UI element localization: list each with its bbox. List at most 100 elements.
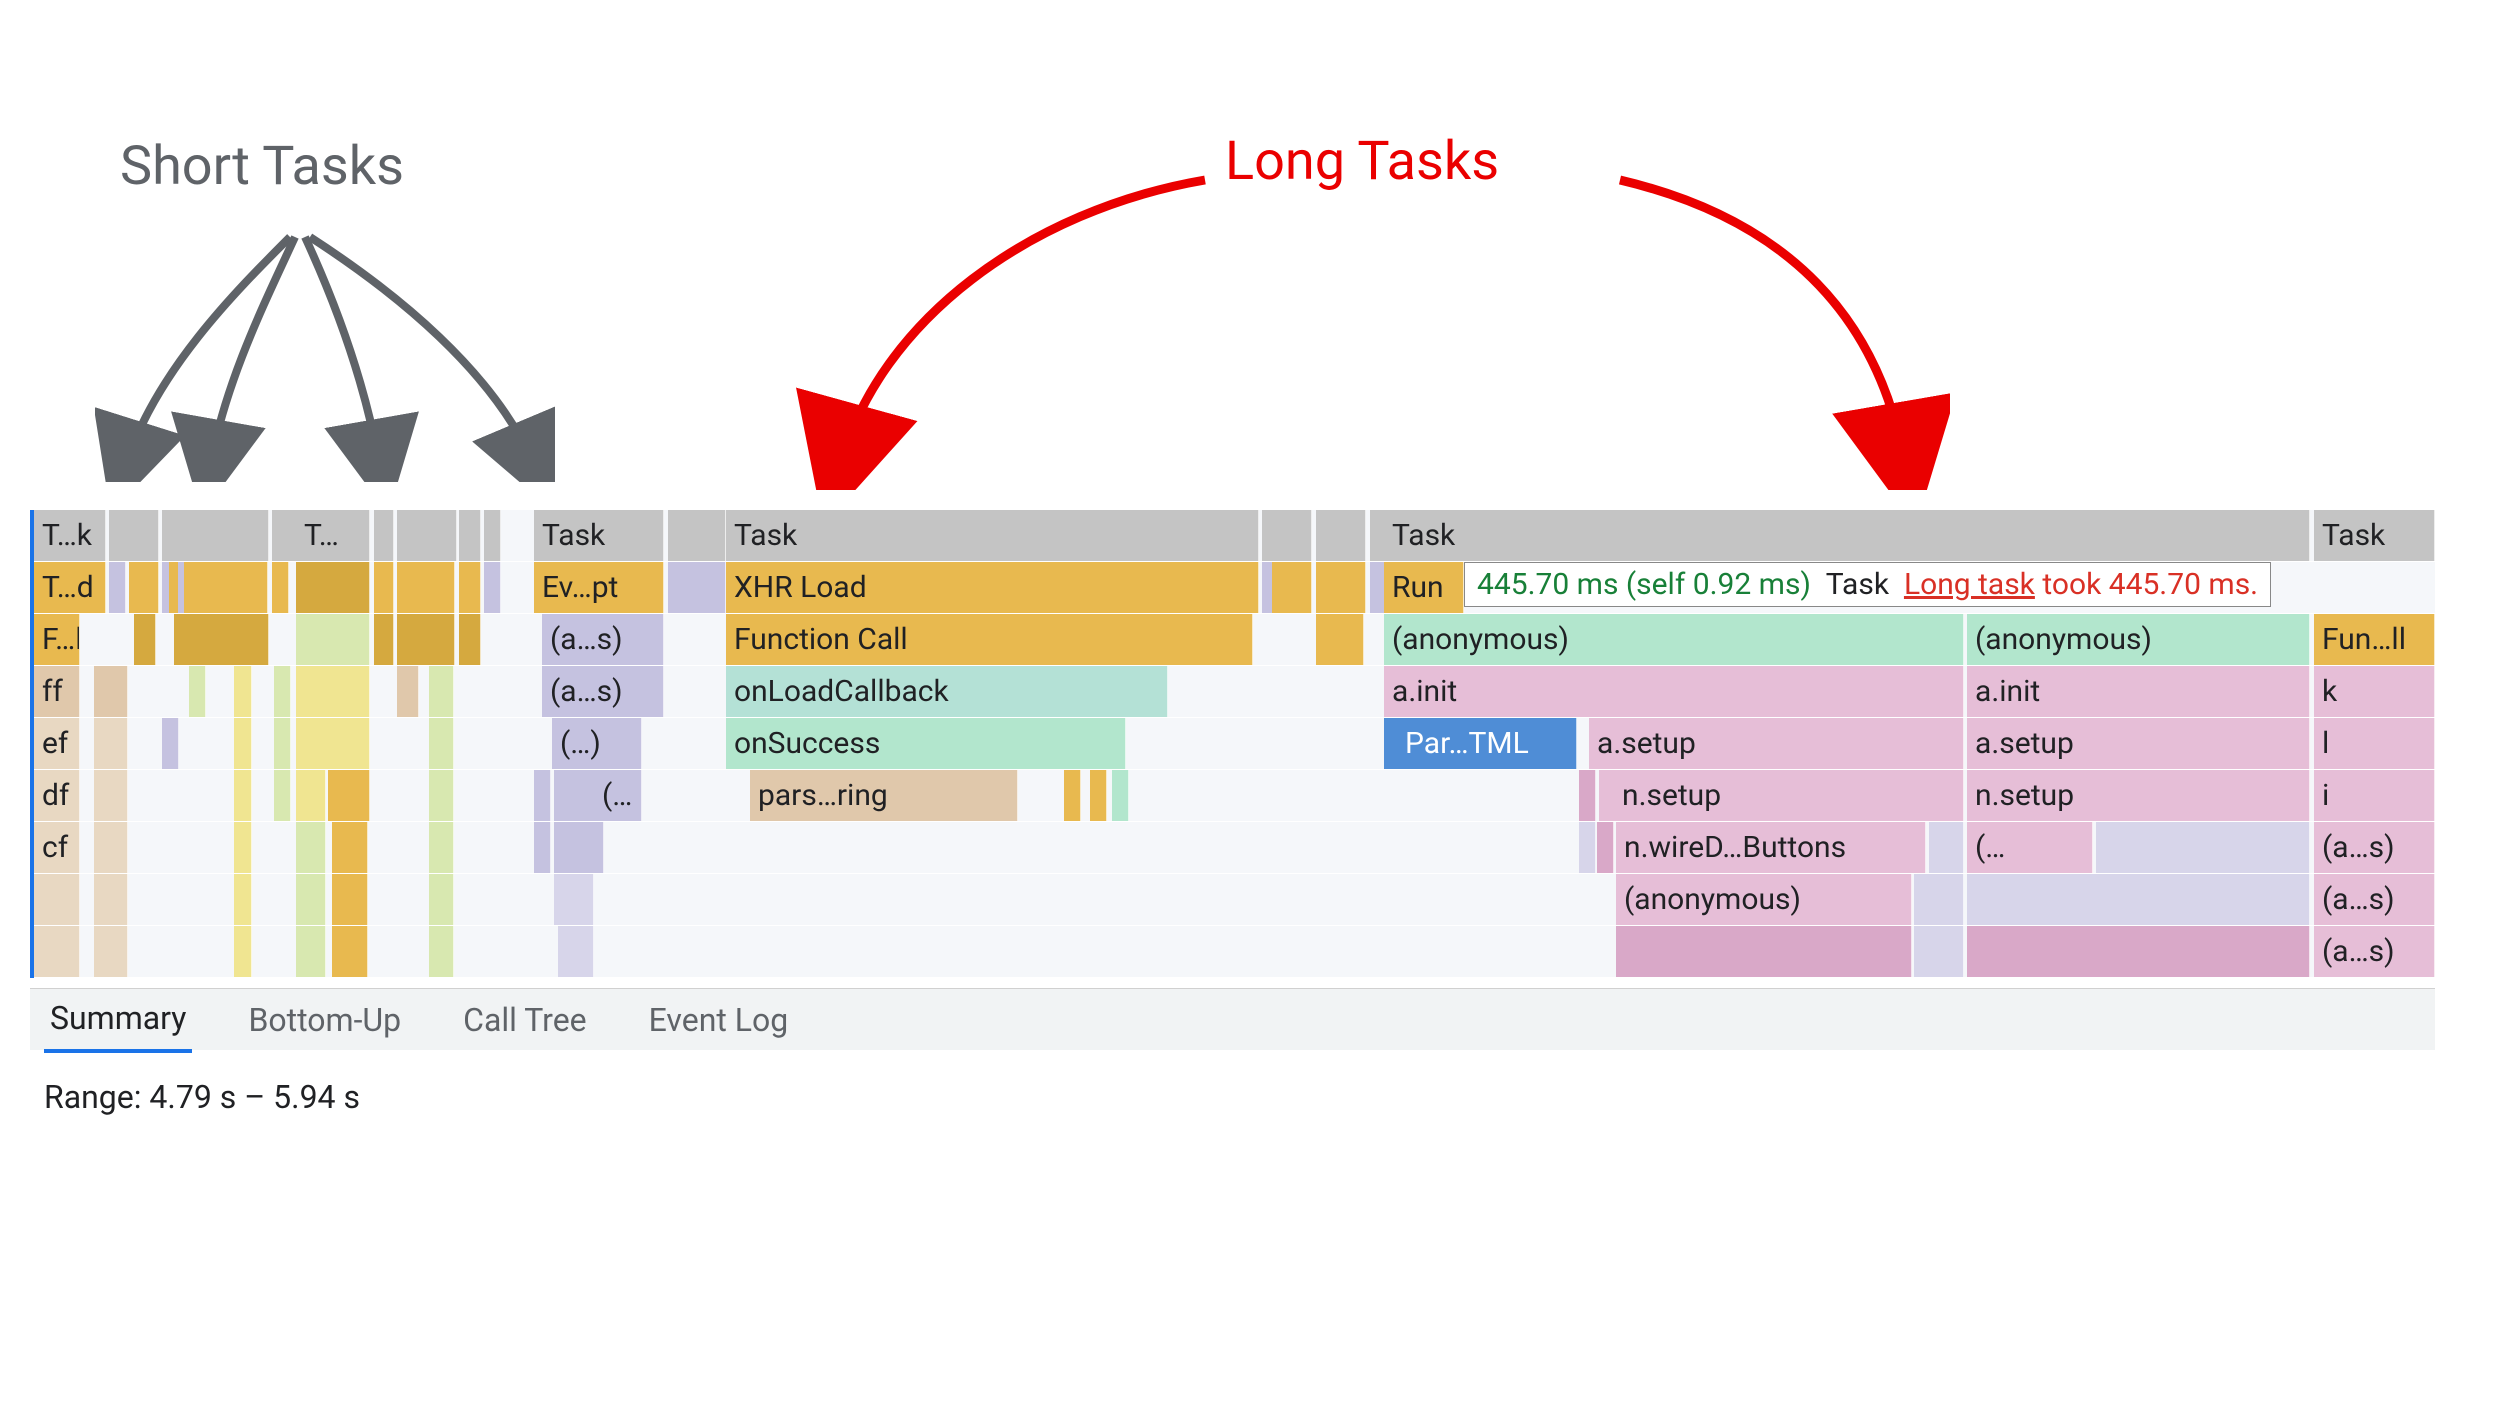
flame-block[interactable] xyxy=(429,822,454,873)
flame-block[interactable] xyxy=(174,614,269,665)
flame-block[interactable]: onLoadCallback xyxy=(726,666,1168,717)
flame-block[interactable] xyxy=(296,562,370,613)
flame-block[interactable]: (…) xyxy=(552,718,642,769)
task-block[interactable] xyxy=(397,510,457,561)
flame-block[interactable] xyxy=(109,562,126,613)
flame-block[interactable] xyxy=(429,926,454,977)
flame-block[interactable]: df xyxy=(34,770,80,821)
flame-block[interactable] xyxy=(274,770,291,821)
flame-block[interactable] xyxy=(397,562,455,613)
flame-block[interactable] xyxy=(296,666,370,717)
flame-block[interactable] xyxy=(1616,926,1912,977)
flame-block[interactable]: (a…s) xyxy=(542,666,664,717)
flame-block[interactable]: a.setup xyxy=(1589,718,1964,769)
flame-block[interactable] xyxy=(296,822,326,873)
flame-block[interactable]: Fun…ll xyxy=(2314,614,2435,665)
flame-block[interactable] xyxy=(234,666,252,717)
flame-block[interactable] xyxy=(554,874,594,925)
flame-block[interactable] xyxy=(184,562,268,613)
flame-block[interactable] xyxy=(234,874,252,925)
flame-block[interactable] xyxy=(429,770,454,821)
flame-block[interactable] xyxy=(1272,562,1312,613)
task-block[interactable]: Task xyxy=(534,510,664,561)
flame-block[interactable]: (anonymous) xyxy=(1616,874,1912,925)
task-block[interactable] xyxy=(1272,510,1312,561)
flame-block[interactable] xyxy=(296,926,326,977)
flame-block[interactable]: cf xyxy=(34,822,80,873)
flame-block[interactable] xyxy=(374,614,394,665)
flame-block[interactable] xyxy=(162,718,179,769)
flame-block[interactable] xyxy=(274,718,291,769)
task-block[interactable]: Task xyxy=(2314,510,2435,561)
flame-block[interactable]: (anonymous) xyxy=(1967,614,2310,665)
tab-event-log[interactable]: Event Log xyxy=(643,989,795,1051)
flame-block[interactable] xyxy=(429,666,454,717)
flame-block[interactable] xyxy=(134,614,156,665)
flame-block[interactable]: a.setup xyxy=(1967,718,2310,769)
flame-block[interactable] xyxy=(709,562,726,613)
flame-block[interactable] xyxy=(94,874,128,925)
flame-block[interactable] xyxy=(1914,874,1964,925)
flame-block[interactable]: XHR Load xyxy=(726,562,1259,613)
flame-block[interactable]: ff xyxy=(34,666,80,717)
flame-block[interactable] xyxy=(94,926,128,977)
flame-block[interactable] xyxy=(296,718,370,769)
flame-block[interactable] xyxy=(459,562,481,613)
flame-block[interactable] xyxy=(2096,822,2310,873)
flame-block[interactable]: n.wireD…Buttons xyxy=(1616,822,1926,873)
flame-block[interactable] xyxy=(397,614,455,665)
flame-block[interactable] xyxy=(1316,562,1366,613)
flame-block[interactable] xyxy=(397,666,419,717)
task-block[interactable] xyxy=(129,510,159,561)
flame-block[interactable] xyxy=(1090,770,1107,821)
flame-block[interactable] xyxy=(296,770,326,821)
task-block[interactable]: T…k xyxy=(34,510,106,561)
flame-block[interactable]: Run xyxy=(1384,562,1464,613)
flame-block[interactable] xyxy=(678,562,695,613)
flame-block[interactable] xyxy=(332,926,368,977)
flame-block[interactable]: Par…TML xyxy=(1397,718,1577,769)
flame-block[interactable] xyxy=(534,822,551,873)
flame-block[interactable]: T…d xyxy=(34,562,106,613)
flame-block[interactable]: (a…s) xyxy=(2314,926,2435,977)
flame-block[interactable]: Ev…pt xyxy=(534,562,664,613)
flame-block[interactable] xyxy=(1967,874,2310,925)
flame-block[interactable] xyxy=(484,562,501,613)
flame-block[interactable]: n.setup xyxy=(1614,770,1964,821)
flame-block[interactable]: (anonymous) xyxy=(1384,614,1964,665)
flame-block[interactable] xyxy=(1597,822,1614,873)
flame-block[interactable] xyxy=(94,718,128,769)
task-block[interactable] xyxy=(484,510,501,561)
flame-block[interactable] xyxy=(429,874,454,925)
task-block[interactable] xyxy=(709,510,726,561)
flame-block[interactable]: i xyxy=(2314,770,2435,821)
flame-block[interactable]: (a…s) xyxy=(542,614,664,665)
flame-block[interactable]: (… xyxy=(594,770,642,821)
flame-block[interactable]: onSuccess xyxy=(726,718,1126,769)
flame-block[interactable] xyxy=(34,926,80,977)
tab-bottom-up[interactable]: Bottom-Up xyxy=(242,989,407,1051)
flame-block[interactable] xyxy=(1579,822,1596,873)
flame-block[interactable]: pars…ring xyxy=(750,770,1018,821)
flame-block[interactable]: a.init xyxy=(1967,666,2310,717)
flame-block[interactable] xyxy=(1579,770,1596,821)
flame-block[interactable] xyxy=(94,822,128,873)
flame-block[interactable] xyxy=(234,718,252,769)
flame-block[interactable] xyxy=(94,770,128,821)
flame-block[interactable] xyxy=(534,770,551,821)
flame-block[interactable] xyxy=(554,822,604,873)
flame-block[interactable]: F…l xyxy=(34,614,80,665)
task-block[interactable] xyxy=(459,510,481,561)
flame-block[interactable] xyxy=(558,926,594,977)
task-block[interactable] xyxy=(169,510,269,561)
flame-block[interactable]: a.init xyxy=(1384,666,1964,717)
flame-block[interactable]: Function Call xyxy=(726,614,1253,665)
task-block[interactable] xyxy=(1316,510,1366,561)
flame-block[interactable]: l xyxy=(2314,718,2435,769)
task-block[interactable]: Task xyxy=(1384,510,2310,561)
flame-block[interactable] xyxy=(189,666,206,717)
flame-block[interactable] xyxy=(272,562,289,613)
flame-block[interactable] xyxy=(1112,770,1129,821)
flame-block[interactable] xyxy=(332,874,368,925)
tab-call-tree[interactable]: Call Tree xyxy=(457,989,593,1051)
